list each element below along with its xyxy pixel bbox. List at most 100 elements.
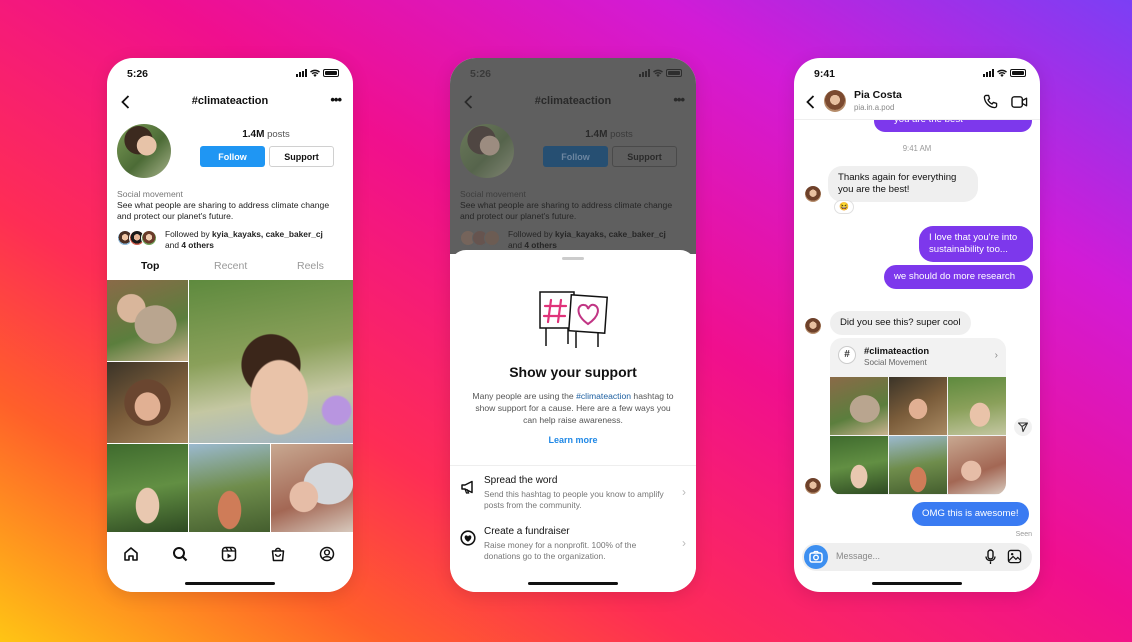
more-dots-icon[interactable]: •••	[330, 92, 342, 107]
card-subtitle: Social Movement	[864, 358, 927, 367]
avatar	[805, 186, 821, 202]
shared-hashtag-card[interactable]: # #climateaction Social Movement ›	[830, 338, 1006, 495]
contact-username: pia.in.a.pod	[854, 103, 895, 112]
back-arrow-icon[interactable]	[806, 95, 815, 109]
phone-call-icon[interactable]	[983, 94, 998, 109]
gallery-icon[interactable]	[1007, 549, 1022, 564]
wifi-icon	[310, 69, 320, 77]
signal-icon	[296, 69, 307, 77]
option-description: Send this hashtag to people you know to …	[484, 489, 664, 510]
post-count: 1.4M posts	[585, 129, 633, 140]
option-title: Spread the word	[484, 475, 558, 486]
divider	[450, 465, 696, 466]
page-title: #climateaction	[191, 95, 269, 107]
card-image	[830, 377, 888, 435]
message-bubble-sent[interactable]: OMG this is awesome!	[912, 502, 1029, 526]
hashtag-bio: Social movement See what people are shar…	[460, 189, 686, 222]
video-call-icon[interactable]	[1011, 95, 1028, 109]
followed-by: Followed by kyia_kayaks, cake_baker_cj a…	[460, 229, 666, 251]
grid-post-4[interactable]	[107, 444, 188, 532]
dimmed-background[interactable]: 5:26 #climateaction ••• 1.4M posts Follo…	[450, 58, 696, 254]
grid-post-5[interactable]	[189, 444, 270, 532]
grid-post-3[interactable]	[107, 362, 188, 443]
phone-support-sheet: 5:26 #climateaction ••• 1.4M posts Follo…	[450, 58, 696, 592]
chevron-right-icon: ›	[994, 350, 998, 361]
hashtag-link[interactable]: #climateaction	[576, 391, 631, 401]
option-create-fundraiser[interactable]: Create a fundraiser Raise money for a no…	[460, 526, 686, 566]
battery-icon	[1010, 69, 1026, 77]
option-title: Create a fundraiser	[484, 526, 570, 537]
card-image	[830, 436, 888, 494]
hashtag-avatar	[460, 124, 514, 178]
message-bubble-sent[interactable]: I love that you're into sustainability t…	[919, 226, 1033, 262]
bottom-navigation	[107, 532, 353, 592]
sheet-description: Many people are using the #climateaction…	[472, 391, 674, 425]
status-time: 5:26	[470, 68, 492, 80]
status-time: 5:26	[127, 68, 149, 80]
card-image	[889, 377, 947, 435]
message-bubble-received[interactable]: Thanks again for everything you are the …	[828, 166, 978, 202]
avatar	[805, 478, 821, 494]
tab-reels[interactable]: Reels	[297, 260, 324, 272]
message-bubble-received[interactable]: Did you see this? super cool	[830, 311, 971, 335]
post-count: 1.4M posts	[242, 129, 290, 140]
option-description: Raise money for a nonprofit. 100% of the…	[484, 540, 637, 561]
home-indicator	[872, 581, 962, 585]
chevron-right-icon: ›	[682, 536, 686, 550]
home-icon[interactable]	[123, 546, 139, 562]
fundraiser-heart-icon	[460, 530, 476, 546]
wifi-icon	[997, 69, 1007, 77]
signal-icon	[983, 69, 994, 77]
shop-icon[interactable]	[270, 546, 286, 562]
camera-icon[interactable]	[804, 545, 828, 569]
battery-icon	[323, 69, 339, 77]
profile-icon[interactable]	[319, 546, 335, 562]
support-bottom-sheet: Show your support Many people are using …	[450, 250, 696, 592]
wifi-icon	[653, 69, 663, 77]
search-icon[interactable]	[172, 546, 188, 562]
reels-icon[interactable]	[221, 546, 237, 562]
follower-avatars	[117, 229, 161, 246]
phone-direct-message: 9:41 you are the best Pia Costa pia.in.a…	[794, 58, 1040, 592]
status-time: 9:41	[814, 68, 836, 80]
category-label: Social movement	[117, 189, 183, 199]
megaphone-icon	[461, 480, 473, 494]
more-dots-icon: •••	[673, 92, 685, 107]
follower-avatars	[460, 229, 504, 246]
message-input[interactable]: Message...	[836, 551, 880, 561]
follow-button[interactable]: Follow	[200, 146, 265, 167]
post-grid	[107, 280, 353, 532]
card-image	[948, 436, 1006, 494]
seen-receipt: Seen	[1015, 531, 1032, 538]
reaction-emoji[interactable]: 😆	[834, 200, 854, 214]
hashtag-bio: Social movement See what people are shar…	[117, 189, 343, 222]
avatar[interactable]	[824, 90, 846, 112]
sheet-title: Show your support	[509, 364, 637, 380]
message-composer[interactable]: Message...	[802, 543, 1032, 571]
grid-post-2[interactable]	[189, 280, 353, 443]
follow-button: Follow	[543, 146, 608, 167]
chat-header: Pia Costa pia.in.a.pod	[794, 86, 1040, 120]
home-indicator	[528, 581, 618, 585]
contact-name[interactable]: Pia Costa	[854, 89, 902, 101]
microphone-icon[interactable]	[985, 549, 996, 565]
message-bubble-sent[interactable]: we should do more research	[884, 265, 1033, 289]
phone-hashtag-page: 5:26 #climateaction ••• 1.4M posts Follo…	[107, 58, 353, 592]
hashtag-avatar	[117, 124, 171, 178]
top-navbar: #climateaction •••	[450, 92, 696, 114]
tab-top[interactable]: Top	[141, 260, 159, 272]
share-send-icon[interactable]	[1014, 418, 1032, 436]
home-indicator	[185, 581, 275, 585]
support-button[interactable]: Support	[269, 146, 334, 167]
followed-by[interactable]: Followed by kyia_kayaks, cake_baker_cj a…	[117, 229, 323, 251]
option-spread-the-word[interactable]: Spread the word Send this hashtag to peo…	[460, 475, 686, 515]
tab-recent[interactable]: Recent	[214, 260, 247, 272]
category-label: Social movement	[460, 189, 526, 199]
grid-post-6[interactable]	[271, 444, 353, 532]
learn-more-link[interactable]: Learn more	[450, 435, 696, 445]
top-navbar: #climateaction •••	[107, 92, 353, 114]
grid-post-1[interactable]	[107, 280, 188, 361]
avatar	[805, 318, 821, 334]
sheet-handle[interactable]	[562, 257, 584, 260]
message-timestamp: 9:41 AM	[902, 144, 932, 153]
